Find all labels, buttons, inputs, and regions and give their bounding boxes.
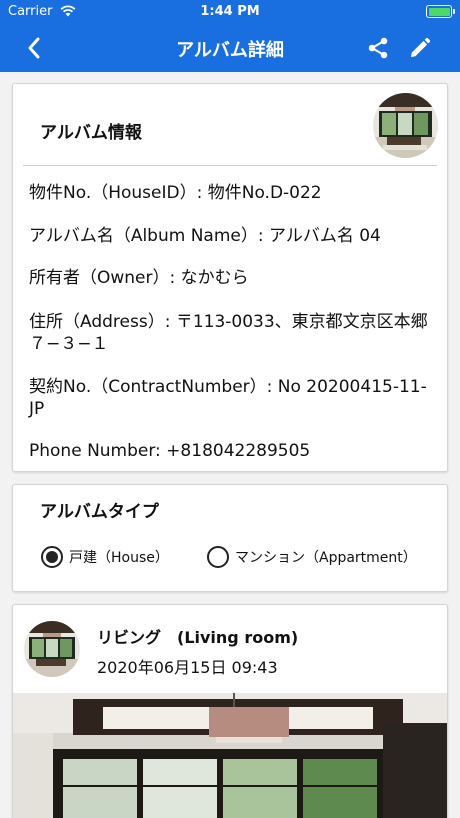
album-name-field: アルバム名（Album Name）: アルバム名 04 [29, 226, 381, 246]
edit-button[interactable] [404, 32, 436, 64]
radio-label-house: 戸建（House） [69, 550, 169, 566]
pencil-icon [411, 37, 431, 57]
contract-number-field: 契約No.（ContractNumber）: No 20200415-11-JP [29, 377, 427, 419]
address-field: 住所（Address）: 〒113-0033、東京都文京区本郷７−３−１ [29, 312, 428, 354]
battery-icon [426, 5, 455, 18]
share-button[interactable] [362, 32, 394, 64]
navigation-bar: アルバム詳細 [0, 24, 460, 72]
radio-button[interactable] [207, 546, 229, 568]
album-type-card: アルバムタイプ 戸建（House） マンション（Appartment） [12, 484, 448, 592]
room-photo [13, 693, 447, 818]
status-time: 1:44 PM [200, 4, 260, 19]
radio-button-selected[interactable] [41, 546, 63, 568]
room-title: リビング (Living room) [97, 628, 299, 647]
room-date: 2020年06月15日 09:43 [97, 658, 278, 677]
phone-number-field: Phone Number: +818042289505 [29, 441, 311, 461]
room-card[interactable]: リビング (Living room) 2020年06月15日 09:43 [12, 604, 448, 818]
status-bar: Carrier 1:44 PM [0, 0, 460, 24]
divider [23, 165, 437, 166]
room-thumbnail [24, 621, 80, 677]
house-id-field: 物件No.（HouseID）: 物件No.D-022 [29, 183, 322, 203]
album-type-title: アルバムタイプ [40, 502, 159, 522]
owner-field: 所有者（Owner）: なかむら [29, 268, 249, 288]
album-info-card: アルバム情報 物件No.（HouseID）: 物件No.D-022 アルバム名（… [12, 83, 448, 472]
radio-option-apartment[interactable]: マンション（Appartment） [207, 546, 417, 568]
album-thumbnail [373, 93, 438, 158]
radio-label-apartment: マンション（Appartment） [235, 550, 417, 566]
radio-option-house[interactable]: 戸建（House） [41, 546, 169, 568]
share-icon [368, 37, 388, 59]
album-info-title: アルバム情報 [40, 123, 142, 143]
